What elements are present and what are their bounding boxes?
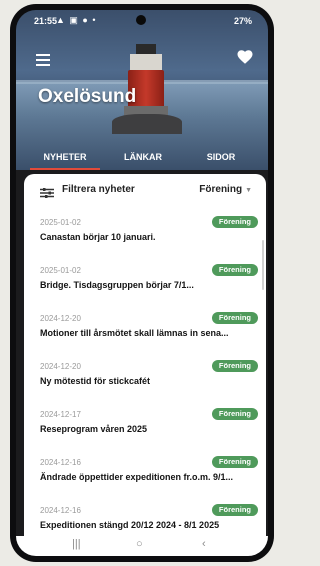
system-nav-bar: ||| ○ ‹ <box>16 536 268 556</box>
news-title: Ändrade öppettider expeditionen fr.o.m. … <box>40 472 234 482</box>
news-title: Canastan börjar 10 januari. <box>40 232 156 242</box>
news-list: 2025-01-02 Förening Canastan börjar 10 j… <box>24 206 266 536</box>
recent-apps-icon[interactable]: ||| <box>72 538 81 550</box>
camera-icon <box>136 15 146 25</box>
news-item[interactable]: 2024-12-20 Förening Motioner till årsmöt… <box>24 302 266 350</box>
back-icon[interactable]: ‹ <box>202 538 206 550</box>
news-date: 2024-12-16 <box>40 458 81 467</box>
filter-row: Filtrera nyheter Förening ▼ <box>24 174 266 206</box>
heart-icon[interactable] <box>236 48 254 66</box>
news-item[interactable]: 2024-12-16 Förening Expeditionen stängd … <box>24 494 266 536</box>
category-badge: Förening <box>211 456 258 468</box>
tab-bar: NYHETER LÄNKAR SIDOR <box>16 148 268 172</box>
phone-frame: 21:55 ▲ ▣ ● • 27% Oxelösund NYHETER LÄNK… <box>10 4 274 562</box>
news-item[interactable]: 2024-12-16 Förening Ändrade öppettider e… <box>24 446 266 494</box>
news-title: Ny mötestid för stickcafét <box>40 376 151 386</box>
news-date: 2024-12-16 <box>40 506 81 515</box>
news-panel: Filtrera nyheter Förening ▼ 2025-01-02 Fö… <box>24 174 266 536</box>
news-title: Bridge. Tisdagsgruppen börjar 7/1... <box>40 280 194 290</box>
news-title: Reseprogram våren 2025 <box>40 424 148 434</box>
news-title: Expeditionen stängd 20/12 2024 - 8/1 202… <box>40 520 220 530</box>
news-title: Motioner till årsmötet skall lämnas in s… <box>40 328 229 338</box>
category-badge: Förening <box>211 216 258 228</box>
news-date: 2024-12-20 <box>40 362 81 371</box>
battery-level: 27% <box>233 16 252 26</box>
tab-nyheter[interactable]: NYHETER <box>30 152 100 162</box>
news-item[interactable]: 2024-12-20 Förening Ny mötestid för stic… <box>24 350 266 398</box>
scrollbar[interactable] <box>262 240 264 290</box>
category-badge: Förening <box>211 408 258 420</box>
category-badge: Förening <box>211 264 258 276</box>
news-date: 2024-12-17 <box>40 410 81 419</box>
notification-icons: ▲ ▣ ● • <box>56 15 97 25</box>
category-dropdown[interactable]: Förening ▼ <box>199 184 252 195</box>
header-image: 21:55 ▲ ▣ ● • 27% Oxelösund NYHETER LÄNK… <box>16 10 268 170</box>
category-badge: Förening <box>211 360 258 372</box>
tab-lankar[interactable]: LÄNKAR <box>108 152 178 162</box>
news-date: 2025-01-02 <box>40 218 81 227</box>
home-icon[interactable]: ○ <box>136 538 143 550</box>
hamburger-menu-icon[interactable] <box>36 54 50 66</box>
news-date: 2025-01-02 <box>40 266 81 275</box>
news-item[interactable]: 2024-12-17 Förening Reseprogram våren 20… <box>24 398 266 446</box>
category-badge: Förening <box>211 504 258 516</box>
status-bar: 21:55 ▲ ▣ ● • 27% <box>16 10 268 32</box>
news-item[interactable]: 2025-01-02 Förening Canastan börjar 10 j… <box>24 206 266 254</box>
rock <box>112 114 182 134</box>
active-tab-indicator <box>30 168 100 170</box>
page-title: Oxelösund <box>38 86 137 107</box>
category-dropdown-value: Förening <box>199 184 243 195</box>
category-badge: Förening <box>211 312 258 324</box>
app-screen: 21:55 ▲ ▣ ● • 27% Oxelösund NYHETER LÄNK… <box>16 10 268 556</box>
filter-sliders-icon[interactable] <box>40 185 54 198</box>
chevron-down-icon: ▼ <box>245 187 252 194</box>
tab-sidor[interactable]: SIDOR <box>186 152 256 162</box>
news-date: 2024-12-20 <box>40 314 81 323</box>
filter-label[interactable]: Filtrera nyheter <box>62 184 135 195</box>
status-time: 21:55 <box>34 16 58 26</box>
news-item[interactable]: 2025-01-02 Förening Bridge. Tisdagsgrupp… <box>24 254 266 302</box>
